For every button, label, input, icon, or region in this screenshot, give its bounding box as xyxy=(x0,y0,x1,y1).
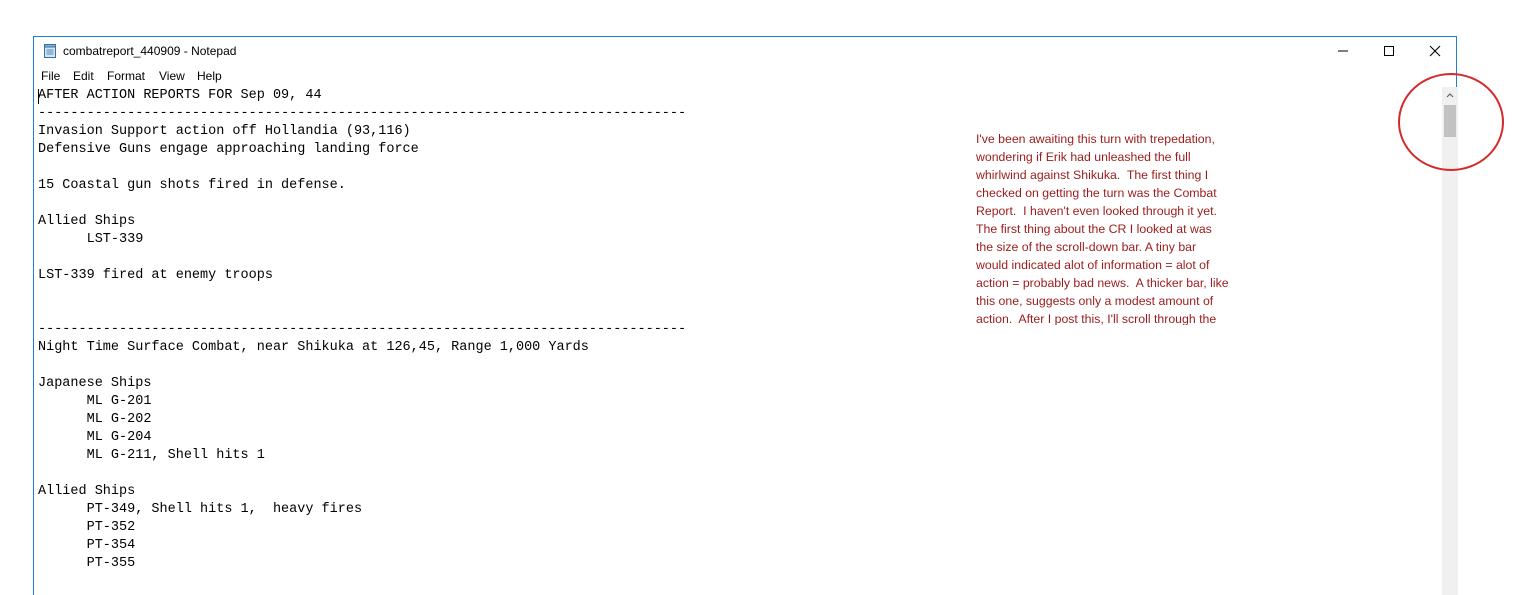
menu-bar: File Edit Format View Help xyxy=(34,66,1456,86)
annotation-note: I've been awaiting this turn with treped… xyxy=(976,132,1229,325)
menu-edit[interactable]: Edit xyxy=(73,69,94,83)
minimize-button[interactable] xyxy=(1320,37,1366,65)
close-button[interactable] xyxy=(1412,37,1458,65)
window-title: combatreport_440909 - Notepad xyxy=(63,44,237,58)
menu-view[interactable]: View xyxy=(159,69,185,83)
close-icon xyxy=(1429,45,1441,57)
menu-file[interactable]: File xyxy=(41,69,60,83)
menu-format[interactable]: Format xyxy=(107,69,145,83)
notepad-icon[interactable] xyxy=(43,44,57,58)
maximize-icon xyxy=(1384,46,1394,56)
text-caret xyxy=(38,89,39,104)
maximize-button[interactable] xyxy=(1366,37,1412,65)
menu-help[interactable]: Help xyxy=(197,69,222,83)
highlight-circle xyxy=(1398,73,1504,171)
minimize-icon xyxy=(1338,50,1348,52)
document-text[interactable]: AFTER ACTION REPORTS FOR Sep 09, 44 ----… xyxy=(38,87,686,573)
title-bar[interactable]: combatreport_440909 - Notepad xyxy=(34,37,1456,65)
